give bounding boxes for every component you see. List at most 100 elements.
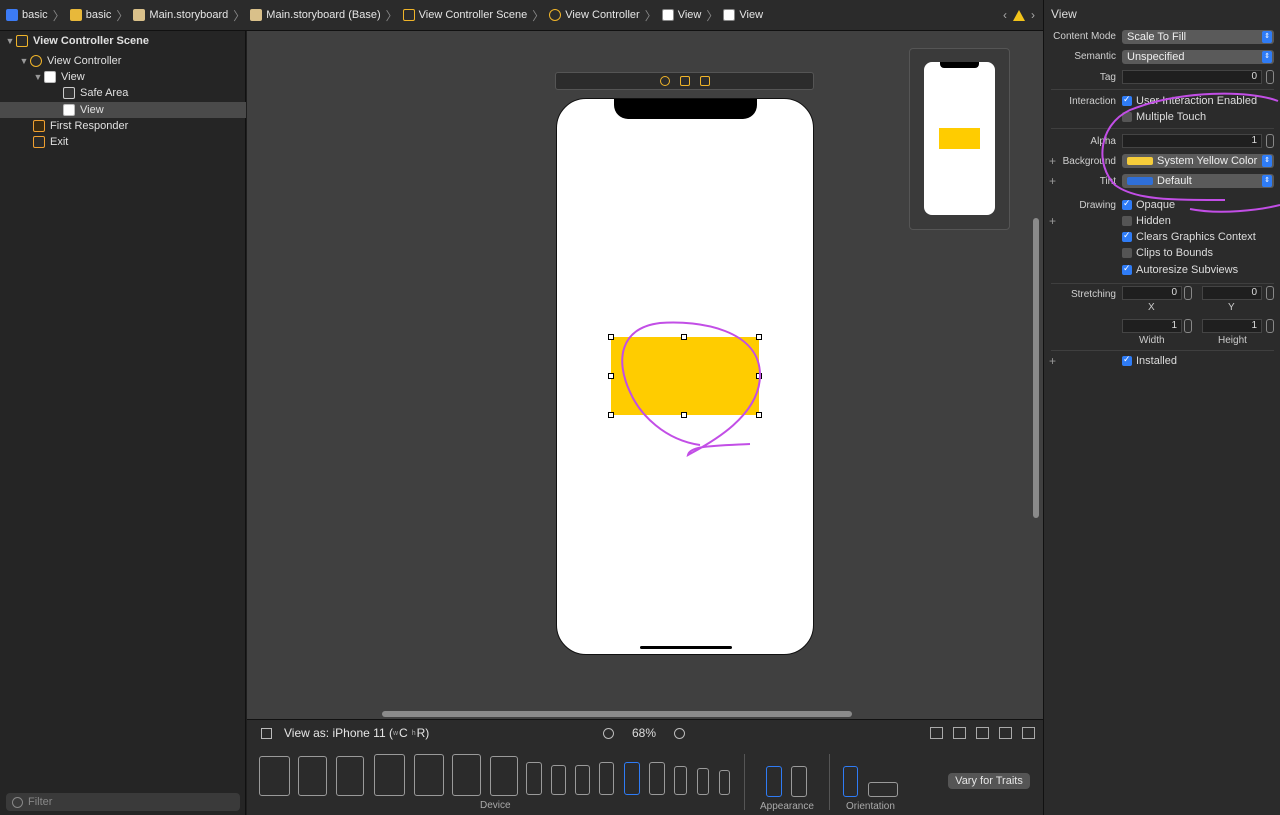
vertical-scrollbar[interactable] <box>1033 218 1039 518</box>
device-iphone-pro-max-icon[interactable] <box>526 762 542 795</box>
canvas-minimap[interactable] <box>909 48 1010 230</box>
device-ipad-10-icon[interactable] <box>374 754 405 796</box>
tree-item-view-controller[interactable]: ▼ View Controller <box>18 53 121 69</box>
chevron-left-icon[interactable]: ‹ <box>1003 8 1007 22</box>
zoom-out-icon[interactable] <box>603 727 614 739</box>
first-responder-icon[interactable] <box>679 76 690 86</box>
vary-for-traits-button[interactable]: Vary for Traits <box>948 773 1030 789</box>
device-ipad-9-icon[interactable] <box>414 754 444 796</box>
device-iphone-8plus-icon[interactable] <box>575 765 590 795</box>
content-mode-popup[interactable]: Scale To Fill ⇕ <box>1122 30 1274 44</box>
hidden-checkbox[interactable]: Hidden <box>1122 215 1171 227</box>
semantic-popup[interactable]: Unspecified ⇕ <box>1122 50 1274 64</box>
device-ipad-pro-12-icon[interactable] <box>259 756 290 796</box>
stretch-height-stepper[interactable] <box>1266 319 1274 333</box>
stretch-x-field[interactable]: 0 <box>1122 286 1182 300</box>
appearance-light-icon[interactable] <box>766 766 782 797</box>
installed-checkbox[interactable]: Installed <box>1122 354 1177 367</box>
tree-item-safe-area[interactable]: Safe Area <box>63 85 128 101</box>
resize-handle[interactable] <box>608 373 614 379</box>
warning-icon[interactable] <box>1013 9 1025 21</box>
stretch-height-field[interactable]: 1 <box>1202 319 1262 333</box>
embed-in-icon[interactable] <box>1022 727 1035 739</box>
width-label: Width <box>1139 335 1165 346</box>
tag-field[interactable]: 0 <box>1122 70 1262 84</box>
breadcrumb-storyboard-base[interactable]: Main.storyboard (Base) 〉 <box>250 7 402 24</box>
tree-item-subview[interactable]: View <box>0 102 246 118</box>
resize-handle[interactable] <box>681 334 687 340</box>
tint-color-popup[interactable]: Default ⇕ <box>1122 174 1274 188</box>
stretch-y-field[interactable]: 0 <box>1202 286 1262 300</box>
tree-item-scene[interactable]: ▼ View Controller Scene <box>4 33 149 49</box>
breadcrumb-view-controller[interactable]: View Controller 〉 <box>549 7 661 24</box>
blue-swatch-icon <box>1127 177 1153 186</box>
appearance-dark-icon[interactable] <box>791 766 807 797</box>
device-iphone-pro-icon[interactable] <box>551 765 566 795</box>
resize-handle[interactable] <box>681 412 687 418</box>
device-ipad-mini-icon[interactable] <box>452 754 481 796</box>
device-iphone-8-icon[interactable] <box>697 768 709 795</box>
autoresize-checkbox[interactable]: Autoresize Subviews <box>1122 263 1238 276</box>
tag-stepper[interactable] <box>1266 70 1274 84</box>
disclosure-triangle-icon[interactable]: ▼ <box>4 36 16 46</box>
align-icon[interactable] <box>953 727 966 739</box>
add-variation-icon[interactable]: + <box>1049 154 1056 168</box>
stretch-y-stepper[interactable] <box>1266 286 1274 300</box>
breadcrumb-subview[interactable]: View <box>723 9 763 21</box>
breadcrumb-project[interactable]: basic 〉 <box>6 7 70 24</box>
stretch-x-stepper[interactable] <box>1184 286 1192 300</box>
clears-graphics-checkbox[interactable]: Clears Graphics Context <box>1122 230 1256 243</box>
device-ipad-icon[interactable] <box>490 756 518 796</box>
update-frames-icon[interactable] <box>930 727 943 739</box>
device-iphone-4s-icon[interactable] <box>719 770 730 795</box>
resize-handle[interactable] <box>608 412 614 418</box>
resize-handle[interactable] <box>756 334 762 340</box>
device-iphone-11-pro-max-icon[interactable] <box>649 762 665 795</box>
add-variation-icon[interactable]: + <box>1049 214 1056 228</box>
breadcrumb-storyboard[interactable]: Main.storyboard 〉 <box>133 7 250 24</box>
tree-item-first-responder[interactable]: First Responder <box>33 118 128 134</box>
background-color-popup[interactable]: System Yellow Color ⇕ <box>1122 154 1274 168</box>
view-controller-icon[interactable] <box>659 76 670 86</box>
tree-item-view[interactable]: ▼ View <box>32 69 85 85</box>
resize-handle[interactable] <box>608 334 614 340</box>
orientation-landscape-icon[interactable] <box>868 782 898 797</box>
device-label: Device <box>480 800 511 811</box>
exit-icon[interactable] <box>699 76 710 86</box>
horizontal-scrollbar[interactable] <box>382 711 852 717</box>
orientation-portrait-icon[interactable] <box>843 766 858 797</box>
breadcrumb-view[interactable]: View 〉 <box>661 7 724 24</box>
alpha-field[interactable]: 1 <box>1122 134 1262 148</box>
toggle-outline-icon[interactable] <box>261 727 272 739</box>
chevron-right-icon[interactable]: › <box>1031 8 1035 22</box>
device-iphone-se-icon[interactable] <box>599 762 614 795</box>
resolve-issues-icon[interactable] <box>999 727 1012 739</box>
device-iphone-11-icon[interactable] <box>624 762 640 795</box>
disclosure-triangle-icon[interactable]: ▼ <box>32 72 44 82</box>
zoom-in-icon[interactable] <box>674 727 686 739</box>
device-ipad-pro-11-icon[interactable] <box>298 756 327 796</box>
issue-navigation: ‹ › <box>1003 8 1035 22</box>
add-variation-icon[interactable]: + <box>1049 174 1056 188</box>
opaque-checkbox[interactable]: Opaque <box>1122 198 1175 211</box>
stretch-width-field[interactable]: 1 <box>1122 319 1182 333</box>
selected-yellow-view[interactable] <box>611 337 759 415</box>
tree-item-exit[interactable]: Exit <box>33 134 68 150</box>
filter-field[interactable]: Filter <box>6 793 240 811</box>
add-constraints-icon[interactable] <box>976 727 989 739</box>
breadcrumb-scene[interactable]: View Controller Scene 〉 <box>402 7 550 24</box>
add-variation-icon[interactable]: + <box>1049 354 1056 368</box>
resize-handle[interactable] <box>756 412 762 418</box>
stretch-width-stepper[interactable] <box>1184 319 1192 333</box>
device-ipad-air-icon[interactable] <box>336 756 364 796</box>
view-as-label: View as: iPhone 11 (w Ch R) <box>261 726 429 740</box>
multiple-touch-checkbox[interactable]: Multiple Touch <box>1122 111 1206 123</box>
disclosure-triangle-icon[interactable]: ▼ <box>18 56 30 66</box>
user-interaction-checkbox[interactable]: User Interaction Enabled <box>1122 94 1257 107</box>
resize-handle[interactable] <box>756 373 762 379</box>
device-iphone-x-icon[interactable] <box>674 766 687 795</box>
checkbox-checked-icon <box>1122 94 1132 106</box>
breadcrumb-folder[interactable]: basic 〉 <box>69 7 134 24</box>
clips-to-bounds-checkbox[interactable]: Clips to Bounds <box>1122 247 1213 259</box>
alpha-stepper[interactable] <box>1266 134 1274 148</box>
